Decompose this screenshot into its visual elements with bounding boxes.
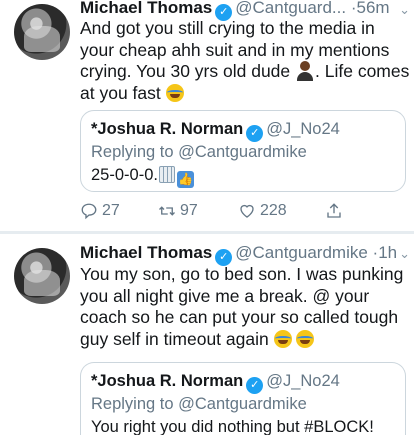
author-name[interactable]: Michael Thomas — [80, 0, 212, 17]
like-button[interactable]: 228 — [238, 202, 287, 220]
chevron-down-icon[interactable]: ⌄ — [399, 2, 410, 18]
quoted-tweet[interactable]: *Joshua R. Norman ✓ @J_No24 Replying to @C… — [80, 110, 406, 192]
quoted-author-handle: @J_No24 — [266, 372, 340, 390]
tears-of-joy-emoji-icon — [296, 329, 315, 348]
author-handle[interactable]: @Cantguard... — [235, 0, 346, 17]
replying-to: Replying to @Cantguardmike — [91, 143, 307, 161]
tweet-time[interactable]: 1h — [378, 243, 397, 262]
verified-badge-icon: ✓ — [246, 377, 264, 394]
tears-of-joy-emoji-icon — [165, 83, 184, 102]
chevron-down-icon[interactable]: ⌄ — [399, 246, 410, 262]
tweet-actions: 27 97 228 — [80, 202, 400, 226]
quoted-header: *Joshua R. Norman ✓ @J_No24 — [91, 372, 340, 394]
quoted-author-handle: @J_No24 — [266, 120, 340, 138]
tweet-text: You my son, go to bed son. I was punking… — [80, 264, 410, 350]
tweet-text: And got you still crying to the media in… — [80, 18, 410, 104]
reply-button[interactable]: 27 — [80, 202, 120, 220]
quoted-author-name: *Joshua R. Norman — [91, 120, 244, 138]
tweet-time[interactable]: 56m — [357, 0, 390, 17]
quoted-header: *Joshua R. Norman ✓ @J_No24 — [91, 120, 340, 142]
share-icon — [327, 203, 341, 218]
verified-badge-icon: ✓ — [246, 125, 264, 142]
tweet[interactable]: Michael Thomas ✓ @Cantguard... ·56m ⌄ And … — [0, 0, 414, 232]
retweet-button[interactable]: 97 — [158, 202, 198, 220]
retweet-icon — [159, 206, 175, 216]
tweet-text-part: You my son, go to bed son. I was punking… — [80, 264, 404, 349]
quoted-text-value: 25-0-0-0. — [91, 166, 158, 184]
quoted-text: You right you did nothing but #BLOCK! — [91, 418, 374, 435]
author-name[interactable]: Michael Thomas — [80, 243, 212, 262]
avatar[interactable] — [14, 4, 70, 60]
reply-icon — [81, 203, 97, 220]
tears-of-joy-emoji-icon — [273, 329, 292, 348]
quoted-author-name: *Joshua R. Norman — [91, 372, 244, 390]
heart-icon — [240, 204, 254, 218]
quoted-text: 25-0-0-0. 👍 — [91, 166, 194, 188]
author-handle[interactable]: @Cantguardmike — [235, 243, 368, 262]
wastebasket-emoji-icon — [158, 166, 175, 183]
share-button[interactable] — [325, 202, 343, 220]
thumbs-up-emoji-icon: 👍 — [176, 171, 194, 188]
avatar[interactable] — [14, 248, 70, 304]
person-emoji-icon — [295, 61, 315, 81]
tweet[interactable]: Michael Thomas ✓ @Cantguardmike ·1h ⌄ You … — [0, 234, 414, 435]
replying-to: Replying to @Cantguardmike — [91, 395, 307, 413]
reply-count: 27 — [102, 202, 120, 219]
quoted-tweet[interactable]: *Joshua R. Norman ✓ @J_No24 Replying to @C… — [80, 362, 406, 435]
like-count: 228 — [260, 202, 287, 219]
retweet-count: 97 — [180, 202, 198, 219]
